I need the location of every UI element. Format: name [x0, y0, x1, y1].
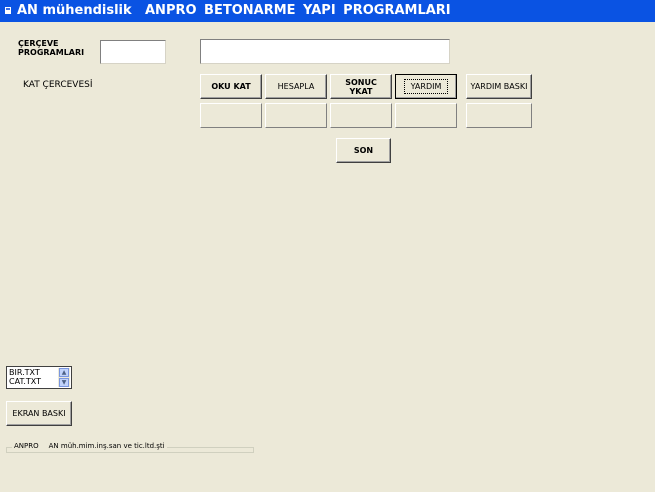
- title-company: AN mühendislik: [17, 3, 132, 18]
- ekran-baski-button[interactable]: EKRAN BASKI: [6, 401, 72, 426]
- frame-name-input[interactable]: [200, 39, 450, 64]
- scroll-up-icon[interactable]: ▲: [59, 368, 69, 377]
- sonuc-ykat-button[interactable]: SONUC YKAT: [330, 74, 392, 99]
- empty-button-4[interactable]: [395, 103, 457, 128]
- status-product: ANPRO: [14, 442, 39, 450]
- file-list-item[interactable]: BIR.TXT: [9, 368, 41, 377]
- status-text: ANPRO AN müh.mim.inş.san ve tic.ltd.şti: [12, 442, 167, 450]
- title-bar: AN mühendislik ANPRO BETONARME YAPI PROG…: [0, 0, 655, 22]
- son-button[interactable]: SON: [336, 138, 391, 163]
- frame-code-input[interactable]: [100, 40, 166, 64]
- file-list-items: BIR.TXT CAT.TXT: [9, 368, 41, 386]
- hesapla-button[interactable]: HESAPLA: [265, 74, 327, 99]
- status-company: AN müh.mim.inş.san ve tic.ltd.şti: [48, 442, 165, 450]
- oku-kat-label: OKU KAT: [211, 82, 251, 91]
- empty-button-1[interactable]: [200, 103, 262, 128]
- file-list-item[interactable]: CAT.TXT: [9, 377, 41, 386]
- hesapla-label: HESAPLA: [277, 82, 315, 91]
- yardim-baski-button[interactable]: YARDIM BASKI: [466, 74, 532, 99]
- sonuc-label-line2: YKAT: [349, 86, 373, 96]
- empty-button-3[interactable]: [330, 103, 392, 128]
- scroll-down-icon[interactable]: ▼: [59, 378, 69, 387]
- sonuc-label-line1: SONUC: [345, 77, 377, 87]
- oku-kat-button[interactable]: OKU KAT: [200, 74, 262, 99]
- title-app: ANPRO BETONARME YAPI PROGRAMLARI: [145, 3, 451, 18]
- yardim-label: YARDIM: [403, 79, 449, 94]
- kat-cercevesi-label: KAT ÇERCEVESİ: [23, 80, 93, 90]
- empty-button-2[interactable]: [265, 103, 327, 128]
- yardim-button[interactable]: YARDIM: [395, 74, 457, 99]
- yardim-baski-label: YARDIM BASKI: [470, 82, 528, 91]
- ekran-baski-label: EKRAN BASKI: [12, 409, 66, 418]
- listbox-scrollbar[interactable]: ▲ ▼: [58, 368, 70, 387]
- frame-programs-label-line2: PROGRAMLARI: [18, 48, 85, 57]
- app-icon: [3, 5, 14, 16]
- frame-programs-label-line1: ÇERÇEVE: [18, 39, 59, 48]
- frame-programs-label: ÇERÇEVE PROGRAMLARI: [18, 39, 84, 57]
- sonuc-ykat-label: SONUC YKAT: [345, 78, 377, 96]
- son-label: SON: [353, 146, 374, 155]
- file-listbox[interactable]: BIR.TXT CAT.TXT ▲ ▼: [6, 366, 72, 389]
- empty-button-5[interactable]: [466, 103, 532, 128]
